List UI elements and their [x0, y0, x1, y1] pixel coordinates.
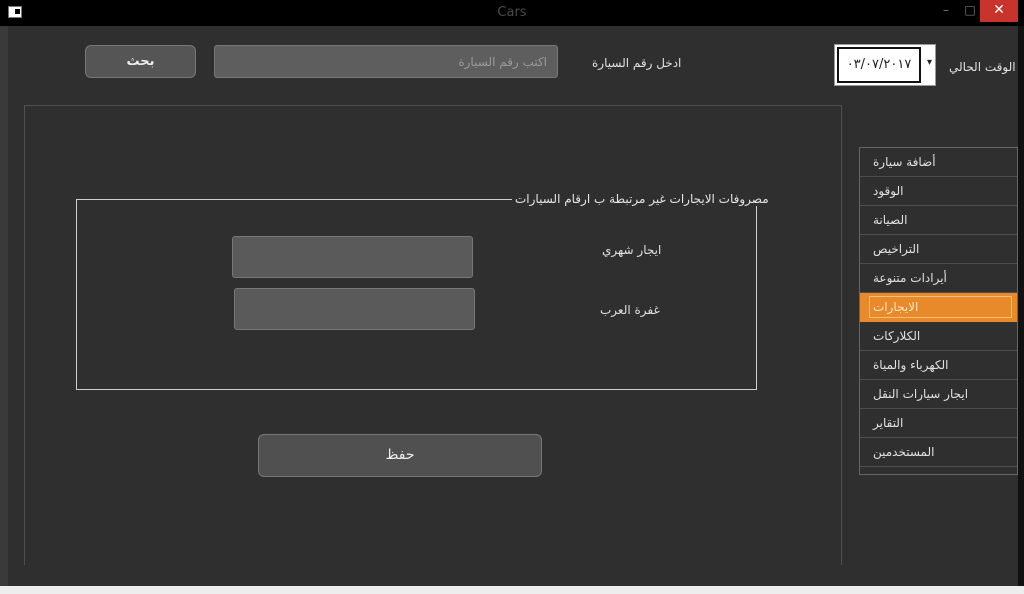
menu-item-licenses[interactable]: التراخيص — [860, 235, 1017, 264]
window-edge-bottom — [0, 586, 1024, 594]
menu-item-fuel[interactable]: الوقود — [860, 177, 1017, 206]
guard-fee-field[interactable] — [234, 288, 475, 330]
monthly-rent-label: ايجار شهري — [602, 243, 662, 257]
menu-item-label: التقاير — [873, 416, 904, 430]
menu-item-clerks[interactable]: الكلاركات — [860, 322, 1017, 351]
car-number-search-input[interactable] — [214, 45, 558, 78]
car-number-label: ادخل رقم السيارة — [592, 56, 682, 70]
menu-item-label: الكهرباء والمياة — [873, 358, 949, 372]
chevron-down-icon[interactable]: ▾ — [927, 57, 932, 68]
menu-item-maintenance[interactable]: الصيانة — [860, 206, 1017, 235]
close-button[interactable]: ✕ — [980, 0, 1018, 22]
menu-item-label: أيرادات متنوعة — [873, 271, 947, 285]
menu-item-label: الوقود — [873, 184, 904, 198]
guard-fee-label: غفرة العرب — [600, 303, 660, 317]
menu-item-rents[interactable]: الايجارات — [860, 293, 1017, 322]
title-bar: Cars – □ ✕ — [0, 0, 1024, 26]
current-time-label: الوقت الحالي — [949, 60, 1016, 74]
menu-item-users[interactable]: المستخدمين — [860, 438, 1017, 467]
monthly-rent-field[interactable] — [232, 236, 473, 278]
menu-item-label: التراخيص — [873, 242, 920, 256]
window-title: Cars — [497, 5, 527, 20]
date-value[interactable]: ٠٣/٠٧/٢٠١٧ — [837, 47, 921, 83]
side-menu: أضافة سيارة الوقود الصيانة التراخيص أيرا… — [859, 147, 1018, 475]
group-title: مصروفات الايجارات غير مرتبطة ب ارقام الس… — [512, 192, 772, 206]
save-button[interactable]: حفظ — [258, 434, 542, 477]
menu-item-label: المستخدمين — [873, 445, 935, 459]
minimize-button[interactable]: – — [936, 0, 956, 22]
menu-item-label: أضافة سيارة — [873, 155, 936, 169]
menu-item-label: ايجار سيارات النقل — [873, 387, 969, 401]
menu-item-add-car[interactable]: أضافة سيارة — [860, 148, 1017, 177]
menu-item-utilities[interactable]: الكهرباء والمياة — [860, 351, 1017, 380]
menu-item-label: الايجارات — [873, 300, 919, 314]
menu-item-label: الكلاركات — [873, 329, 921, 343]
maximize-button[interactable]: □ — [960, 0, 980, 22]
menu-item-misc-revenue[interactable]: أيرادات متنوعة — [860, 264, 1017, 293]
menu-item-reports[interactable]: التقاير — [860, 409, 1017, 438]
search-button[interactable]: بحث — [85, 45, 196, 78]
menu-item-label: الصيانة — [873, 213, 908, 227]
menu-item-transport-rent[interactable]: ايجار سيارات النقل — [860, 380, 1017, 409]
window-edge-right — [1018, 26, 1024, 586]
date-picker[interactable]: ٠٣/٠٧/٢٠١٧ ▾ — [834, 44, 936, 86]
